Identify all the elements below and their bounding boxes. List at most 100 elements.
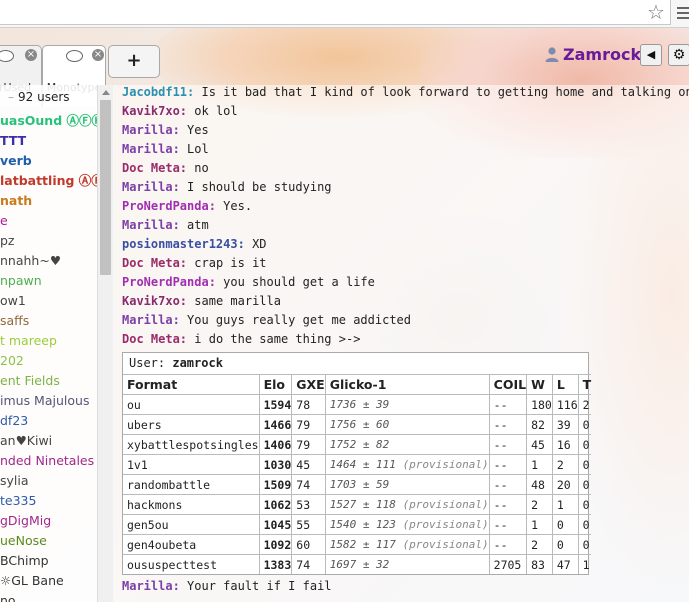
settings-gear-icon[interactable]: ⚙ [668, 44, 689, 66]
bookmark-star-icon[interactable]: ☆ [645, 2, 667, 22]
url-bar[interactable] [0, 0, 671, 25]
user-list-item[interactable]: gDigMig [0, 511, 51, 531]
user-list-item[interactable]: e [0, 211, 8, 231]
chat-username[interactable]: ProNerdPanda: [122, 199, 216, 213]
chat-message-text: Is it bad that I kind of look forward to… [201, 85, 689, 99]
user-list-item[interactable]: uasOund ⒶⒻⓀ [0, 111, 97, 131]
rating-cell-elo: 1509 [259, 474, 293, 495]
chat-message-text: ok lol [194, 104, 238, 118]
user-list-item[interactable]: npawn [0, 271, 42, 291]
user-list-item[interactable]: ent Fields [0, 371, 60, 391]
user-list-item[interactable]: an♥Kiwi [0, 431, 52, 451]
rating-cell-w: 1 [526, 514, 553, 535]
rating-cell-w: 83 [526, 554, 553, 574]
user-list-item[interactable]: te335 [0, 491, 36, 511]
rating-cell-format: 1v1 [123, 454, 260, 475]
chat-username[interactable]: Marilla: [122, 579, 180, 593]
ratings-row: ou 1594 78 1736 ± 39 -- 180 116 2 [123, 394, 592, 415]
chat-username[interactable]: Marilla: [122, 142, 180, 156]
new-room-button[interactable]: + [108, 45, 160, 78]
chat-message: Kavik7xo: same marilla [122, 292, 281, 311]
chat-log: Jacobdf11: Is it bad that I kind of look… [113, 85, 689, 602]
user-list-item[interactable]: nded Ninetales [0, 451, 94, 471]
user-list-item[interactable]: saffs [0, 311, 29, 331]
rating-cell-t: 2 [578, 394, 592, 415]
chat-username[interactable]: Kavik7xo: [122, 104, 187, 118]
chat-message-text: Yes. [223, 199, 253, 213]
rating-cell-elo: 1092 [259, 534, 293, 555]
chat-message: Doc Meta: i do the same thing >-> [122, 330, 360, 349]
chat-username[interactable]: Kavik7xo: [122, 294, 187, 308]
rating-cell-elo: 1030 [259, 454, 293, 475]
user-list-item[interactable]: ow1 [0, 291, 26, 311]
user-list-item[interactable]: ueNose [0, 531, 47, 551]
rating-cell-coil: -- [489, 414, 528, 435]
glicko-value: 1697 ± 32 [329, 558, 390, 571]
user-list-item[interactable]: verb [0, 151, 32, 171]
user-list-item[interactable]: t mareep [0, 331, 57, 351]
chat-message-text: I should be studying [187, 180, 332, 194]
chat-username[interactable]: Doc Meta: [122, 161, 187, 175]
rating-cell-coil: -- [489, 454, 528, 475]
glicko-value: 1540 ± 123 [329, 518, 396, 531]
chat-message-text: crap is it [194, 256, 267, 270]
rating-cell-l: 20 [552, 474, 579, 495]
sound-mute-button[interactable]: ◀ [640, 44, 662, 66]
rating-cell-coil: -- [489, 474, 528, 495]
chat-username[interactable]: Marilla: [122, 180, 180, 194]
user-list-item[interactable]: BChimp [0, 551, 49, 571]
chat-bubble-icon [0, 50, 14, 62]
browser-menu-icon[interactable] [677, 4, 689, 20]
chat-username[interactable]: ProNerdPanda: [122, 275, 216, 289]
chat-username[interactable]: Marilla: [122, 123, 180, 137]
user-list-item[interactable]: 202 [0, 351, 24, 371]
close-icon[interactable]: × [92, 49, 104, 61]
glicko-value: 1582 ± 117 [329, 538, 396, 551]
glicko-value: 1527 ± 118 [329, 498, 396, 511]
rating-cell-l: 2 [552, 454, 579, 475]
chat-message: Marilla: You guys really get me addicted [122, 311, 411, 330]
user-list-item[interactable]: imus Majulous [0, 391, 89, 411]
user-count[interactable]: –92 users [0, 87, 97, 107]
col-header: Format [123, 374, 260, 395]
close-icon[interactable]: × [25, 49, 37, 61]
rating-cell-gxe: 45 [291, 454, 326, 475]
glicko-value: 1736 ± 39 [329, 398, 390, 411]
rating-cell-gxe: 79 [291, 434, 326, 455]
chat-username[interactable]: Marilla: [122, 218, 180, 232]
chat-message: Marilla: I should be studying [122, 178, 332, 197]
chat-username[interactable]: posionmaster1243: [122, 237, 245, 251]
chat-username[interactable]: Doc Meta: [122, 256, 187, 270]
chat-message-text: Yes [187, 123, 209, 137]
rating-cell-elo: 1383 [259, 554, 293, 574]
user-list-item[interactable]: latbattling ⒶⒻ [0, 171, 97, 191]
user-list-item[interactable]: nath [0, 191, 32, 211]
user-list-item[interactable]: no [0, 591, 16, 602]
user-list-item[interactable]: df23 [0, 411, 28, 431]
chat-username[interactable]: Marilla: [122, 313, 180, 327]
chat-message: Marilla: Your fault if I fail [122, 577, 332, 596]
user-list-item[interactable]: pz [0, 231, 15, 251]
user-list-item[interactable]: nnahh~♥ [0, 251, 61, 271]
rating-cell-format: hackmons [123, 494, 260, 515]
rating-cell-l: 16 [552, 434, 579, 455]
rating-cell-t: 1 [578, 554, 592, 574]
ratings-row: xybattlespotsingles 1406 79 1752 ± 82 -- 45 16… [123, 434, 592, 455]
chat-message-text: same marilla [194, 294, 281, 308]
username[interactable]: Zamrock [563, 45, 641, 64]
user-list-item[interactable]: ☼GL Bane [0, 571, 64, 591]
rating-cell-l: 1 [552, 494, 579, 515]
user-list-scrollbar[interactable] [97, 85, 114, 602]
chat-message: Jacobdf11: Is it bad that I kind of look… [122, 85, 689, 102]
user-list-item[interactable]: sylia [0, 471, 29, 491]
chat-username[interactable]: Doc Meta: [122, 332, 187, 346]
user-list-item[interactable]: TTT [0, 131, 26, 151]
rating-cell-gxe: 79 [291, 414, 326, 435]
scroll-thumb[interactable] [100, 100, 111, 275]
chat-username[interactable]: Jacobdf11: [122, 85, 194, 99]
rating-username[interactable]: zamrock [172, 356, 223, 370]
rating-cell-format: gen4oubeta [123, 534, 260, 555]
scroll-up-arrow-icon[interactable] [102, 90, 110, 95]
ratings-row: 1v1 1030 45 1464 ± 111 (provisional) -- 1 2 0 [123, 454, 592, 475]
chat-message-text: no [194, 161, 209, 175]
